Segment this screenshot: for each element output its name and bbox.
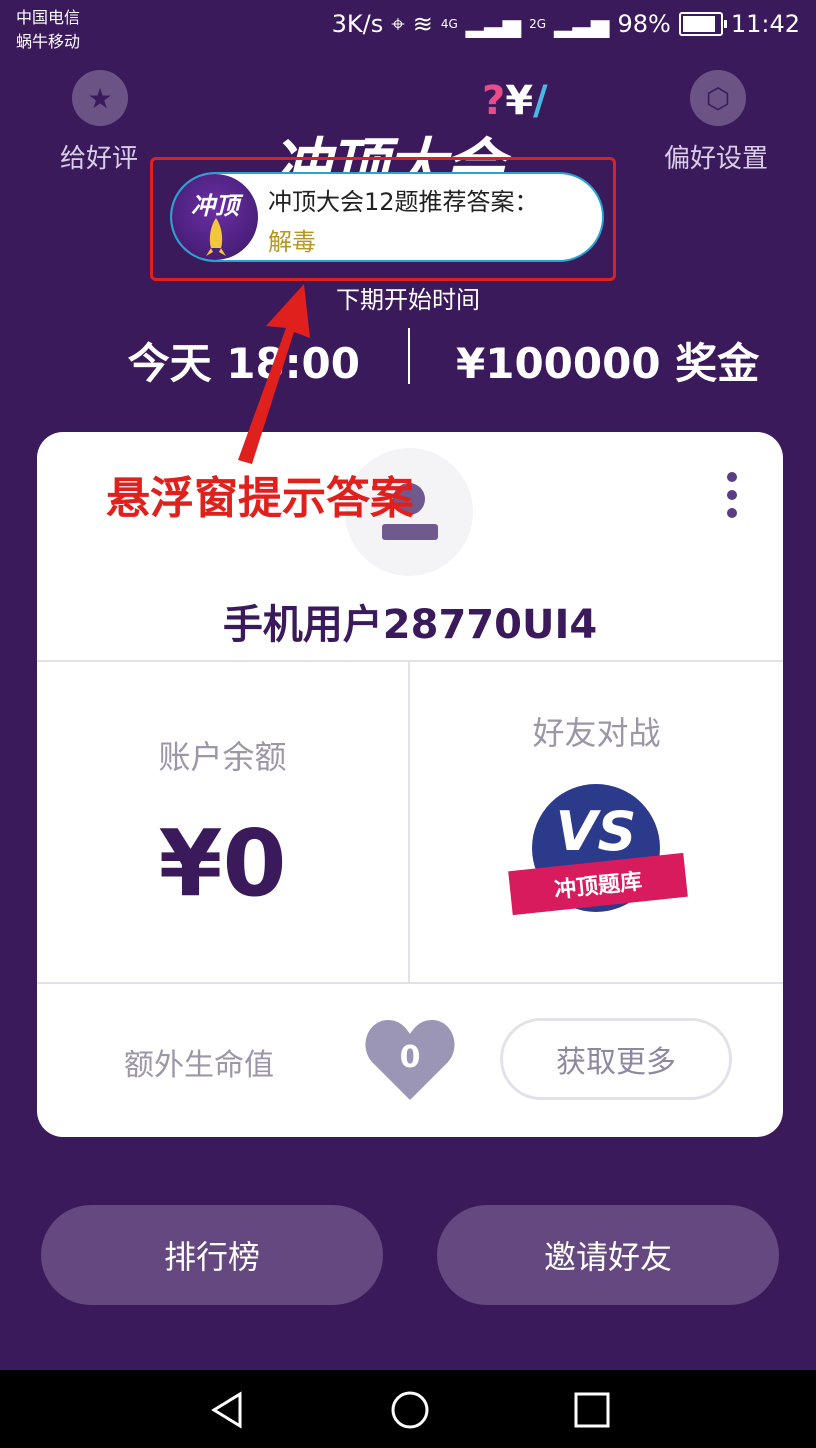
leaderboard-button[interactable]: 排行榜 [41, 1205, 383, 1305]
card-divider-bottom [37, 982, 783, 984]
signal-2g-label: 2G [529, 17, 547, 31]
card-divider-top [37, 660, 783, 662]
signal-4g-label: 4G [440, 17, 458, 31]
system-nav-bar [0, 1370, 816, 1448]
invite-friends-button[interactable]: 邀请好友 [437, 1205, 779, 1305]
signal-icon-2: ▂▃▅ [554, 10, 610, 38]
network-speed: 3K/s [331, 10, 384, 38]
balance-value[interactable]: ¥0 [37, 810, 408, 917]
signal-icon: ▂▃▅ [465, 10, 522, 38]
carrier-name-2: 蜗牛移动 [16, 32, 81, 51]
star-icon: ★ [72, 70, 128, 126]
logo-decoration-icon: ?¥/ [482, 78, 548, 124]
extra-lives-label: 额外生命值 [124, 1048, 274, 1083]
rate-button[interactable]: ★ [72, 70, 128, 126]
recent-apps-icon[interactable] [572, 1390, 612, 1430]
back-icon[interactable] [208, 1390, 248, 1430]
vs-badge-text: VS [555, 800, 637, 863]
schedule-divider [408, 328, 410, 384]
annotation-arrow-icon [238, 284, 310, 464]
annotation-text: 悬浮窗提示答案 [106, 473, 414, 524]
status-bar: 中国电信 蜗牛移动 3K/s ⌖ ≋ 4G ▂▃▅ 2G ▂▃▅ 98% 11:… [0, 0, 816, 52]
more-vertical-icon[interactable] [724, 472, 740, 518]
extra-lives-count: 0 [399, 1040, 421, 1075]
next-round-label: 下期开始时间 [336, 286, 480, 314]
home-icon[interactable] [390, 1390, 430, 1430]
avatar-body-shape [382, 524, 438, 540]
wifi-icon: ≋ [412, 10, 433, 38]
battery-percent: 98% [617, 10, 671, 38]
annotation-highlight-box [150, 157, 616, 281]
balance-label: 账户余额 [158, 738, 287, 776]
clock: 11:42 [730, 10, 800, 38]
rate-label[interactable]: 给好评 [60, 138, 138, 175]
status-indicators: 3K/s ⌖ ≋ 4G ▂▃▅ 2G ▂▃▅ 98% 11:42 [332, 10, 800, 38]
settings-button[interactable]: ⬡ [690, 70, 746, 126]
get-more-button[interactable]: 获取更多 [500, 1018, 732, 1100]
prize-amount: ¥100000 奖金 [456, 339, 760, 388]
battery-icon [678, 12, 727, 36]
hexagon-icon: ⬡ [690, 70, 746, 126]
location-icon: ⌖ [391, 10, 405, 38]
settings-label[interactable]: 偏好设置 [664, 138, 768, 175]
carrier-name-1: 中国电信 [16, 8, 81, 27]
username: 手机用户28770UI4 [222, 602, 598, 648]
friend-battle-label: 好友对战 [532, 714, 661, 752]
